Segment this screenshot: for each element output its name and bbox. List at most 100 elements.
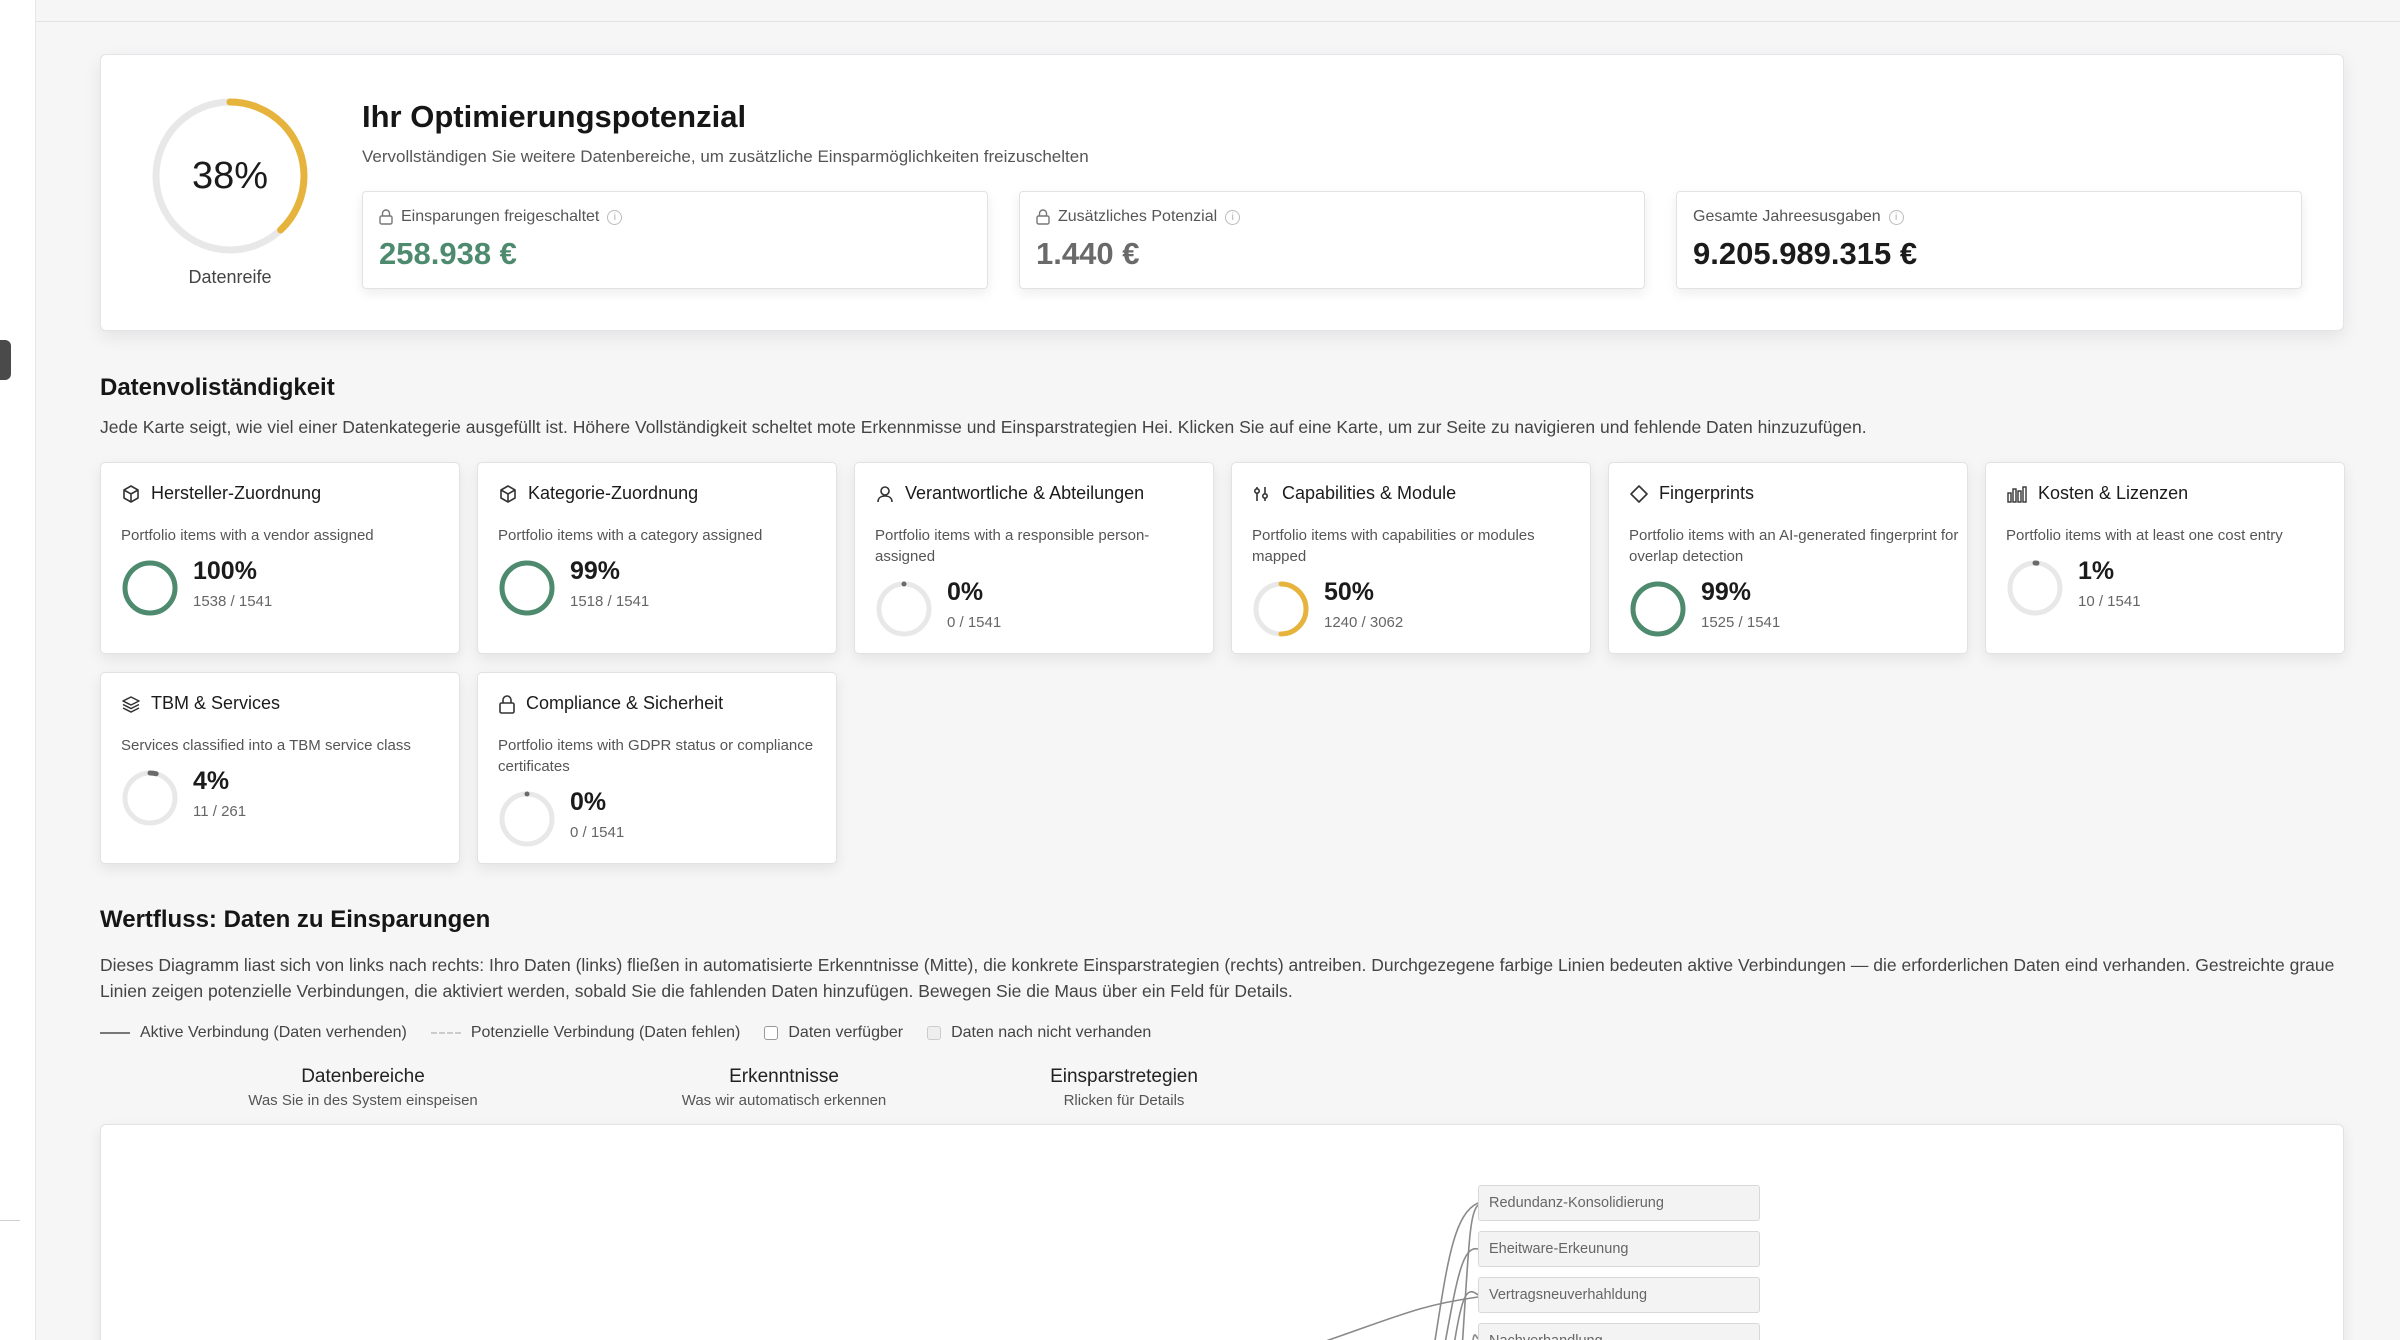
- completeness-card[interactable]: Kategorie-Zuordnung Portfolio items with …: [477, 462, 837, 654]
- completeness-ring: [876, 581, 932, 637]
- completeness-card[interactable]: TBM & Services Services classified into a…: [100, 672, 460, 864]
- flow-connections: [1326, 1202, 1479, 1340]
- completeness-card[interactable]: Capabilities & Module Portfolio items wit…: [1231, 462, 1591, 654]
- sliders-icon: [1252, 484, 1272, 504]
- stat-label: Einsparungen freigeschaltet: [401, 208, 600, 225]
- card-description: Portfolio items with a vendor assigned: [121, 527, 374, 544]
- card-count: 1525 / 1541: [1701, 614, 1781, 631]
- box-icon: [498, 484, 518, 504]
- completeness-card[interactable]: Compliance & Sicherheit Portfolio items w…: [477, 672, 837, 864]
- card-title-label: Compliance & Sicherheit: [526, 693, 724, 713]
- completeness-card[interactable]: Hersteller-Zuordnung Portfolio items with…: [100, 462, 460, 654]
- legend-data-missing: Daten nach nicht verhanden: [927, 1024, 1151, 1042]
- card-title-label: Verantwortliche & Abteilungen: [905, 483, 1145, 503]
- card-title: Hersteller-Zuordnung: [121, 483, 321, 504]
- legend-data-available: Daten verfügber: [764, 1024, 903, 1042]
- completeness-ring: [2007, 560, 2063, 616]
- completeness-card[interactable]: Kosten & Lizenzen Portfolio items with at…: [1985, 462, 2345, 654]
- strategy-node[interactable]: Vertragsneuverhahldung: [1478, 1277, 1760, 1313]
- stat-value: 1.440 €: [1036, 236, 1140, 271]
- maturity-percent: 38%: [191, 154, 269, 197]
- valueflow-legend: Aktive Verbindung (Daten verhenden) Pote…: [100, 1024, 1151, 1042]
- lock-icon: [379, 209, 393, 225]
- card-percent: 99%: [1701, 578, 1752, 606]
- info-icon[interactable]: i: [1225, 209, 1241, 225]
- stat-label: Gesamte Jahreesusgaben: [1693, 208, 1881, 225]
- card-count: 1240 / 3062: [1324, 614, 1404, 631]
- card-count: 0 / 1541: [947, 614, 1002, 631]
- lock-icon: [498, 694, 516, 714]
- column-header-insights: Erkenntnisse Was wir automatisch erkenne…: [681, 1066, 887, 1109]
- card-count: 0 / 1541: [570, 824, 625, 841]
- completeness-card[interactable]: Verantwortliche & Abteilungen Portfolio i…: [854, 462, 1214, 654]
- completeness-title: Datenvoliständigkeit: [100, 374, 335, 401]
- completeness-ring: [122, 560, 178, 616]
- card-percent: 0%: [570, 788, 607, 816]
- card-description: Portfolio items with an AI-generated fin…: [1629, 527, 1959, 565]
- card-title-label: TBM & Services: [151, 693, 281, 713]
- box-icon: [121, 484, 141, 504]
- card-title: TBM & Services: [121, 693, 280, 714]
- info-icon[interactable]: i: [1888, 209, 1904, 225]
- page-subtitle: Vervollständigen Sie weitere Datenbereic…: [362, 147, 1089, 166]
- left-sidebar: [0, 0, 36, 1340]
- stat-value: 9.205.989.315 €: [1693, 236, 1918, 271]
- card-description: Portfolio items with GDPR status or comp…: [498, 737, 814, 775]
- lock-icon: [1036, 209, 1050, 225]
- card-description: Portfolio items with capabilities or mod…: [1252, 527, 1535, 565]
- card-count: 1518 / 1541: [570, 593, 650, 610]
- sidebar-toggle-handle[interactable]: [0, 340, 11, 380]
- card-percent: 0%: [947, 578, 984, 606]
- optimization-potential-panel: 38% Datenreife Ihr Optimierungspotenzial…: [100, 54, 2344, 331]
- card-title: Capabilities & Module: [1252, 483, 1456, 504]
- valueflow-diagram: Redundanz-Konsolidierung Eheitware-Erkeu…: [100, 1124, 2344, 1340]
- card-description: Portfolio items with at least one cost e…: [2006, 527, 2283, 544]
- strategy-node[interactable]: Redundanz-Konsolidierung: [1478, 1185, 1760, 1221]
- strategy-node[interactable]: Eheitware-Erkeunung: [1478, 1231, 1760, 1267]
- stat-total-annual-spend: Gesamte Jahreesusgaben i 9.205.989.315 €: [1676, 191, 2302, 289]
- diamond-icon: [1629, 484, 1649, 504]
- valueflow-description: Dieses Diagramm liast sich von links nac…: [100, 955, 2335, 1001]
- card-percent: 100%: [193, 557, 257, 585]
- card-percent: 50%: [1324, 578, 1375, 606]
- completeness-ring: [499, 791, 555, 847]
- info-icon[interactable]: i: [607, 209, 623, 225]
- card-description: Services classified into a TBM service c…: [121, 737, 411, 754]
- card-title-label: Fingerprints: [1659, 483, 1755, 503]
- card-title-label: Kosten & Lizenzen: [2038, 483, 2189, 503]
- strategy-node[interactable]: Nachverhandlung: [1478, 1323, 1760, 1340]
- top-bar: [36, 0, 2400, 22]
- card-title: Verantwortliche & Abteilungen: [875, 483, 1144, 504]
- completeness-description: Jede Karte seigt, wie viel einer Datenka…: [100, 417, 1867, 437]
- card-percent: 4%: [193, 767, 230, 795]
- card-percent: 99%: [570, 557, 621, 585]
- stat-value: 258.938 €: [379, 236, 517, 271]
- card-description: Portfolio items with a category assigned: [498, 527, 763, 544]
- completeness-ring: [1630, 581, 1686, 637]
- completeness-ring: [499, 560, 555, 616]
- page-title: Ihr Optimierungspotenzial: [362, 99, 747, 134]
- valueflow-title: Wertfluss: Daten zu Einsparungen: [100, 906, 491, 933]
- card-percent: 1%: [2078, 557, 2115, 585]
- completeness-ring: [122, 770, 178, 826]
- sidebar-divider: [0, 1220, 20, 1221]
- legend-active-connection: Aktive Verbindung (Daten verhenden): [100, 1024, 407, 1042]
- card-count: 10 / 1541: [2078, 593, 2141, 610]
- completeness-ring: [1253, 581, 1309, 637]
- card-title-label: Capabilities & Module: [1282, 483, 1457, 503]
- card-count: 1538 / 1541: [193, 593, 273, 610]
- card-title: Kategorie-Zuordnung: [498, 483, 698, 504]
- card-description: Portfolio items with a responsible perso…: [875, 527, 1150, 565]
- completeness-ring-progress: [499, 560, 555, 616]
- card-title: Compliance & Sicherheit: [498, 693, 723, 714]
- card-count: 11 / 261: [193, 803, 247, 820]
- completeness-card[interactable]: Fingerprints Portfolio items with an AI-g…: [1608, 462, 1968, 654]
- stat-unlocked-savings: Einsparungen freigeschaltet i 258.938 €: [362, 191, 988, 289]
- column-header-data-areas: Datenbereiche Was Sie in des System eins…: [248, 1066, 478, 1109]
- column-header-strategies: Einsparstretegien Rlicken für Details: [1050, 1066, 1198, 1109]
- stat-additional-potential: Zusätzliches Potenzial i 1.440 €: [1019, 191, 1645, 289]
- data-maturity-gauge: 38% Datenreife: [149, 95, 311, 288]
- card-title: Kosten & Lizenzen: [2006, 483, 2188, 504]
- maturity-caption: Datenreife: [188, 267, 272, 287]
- completeness-ring-progress: [1630, 581, 1686, 637]
